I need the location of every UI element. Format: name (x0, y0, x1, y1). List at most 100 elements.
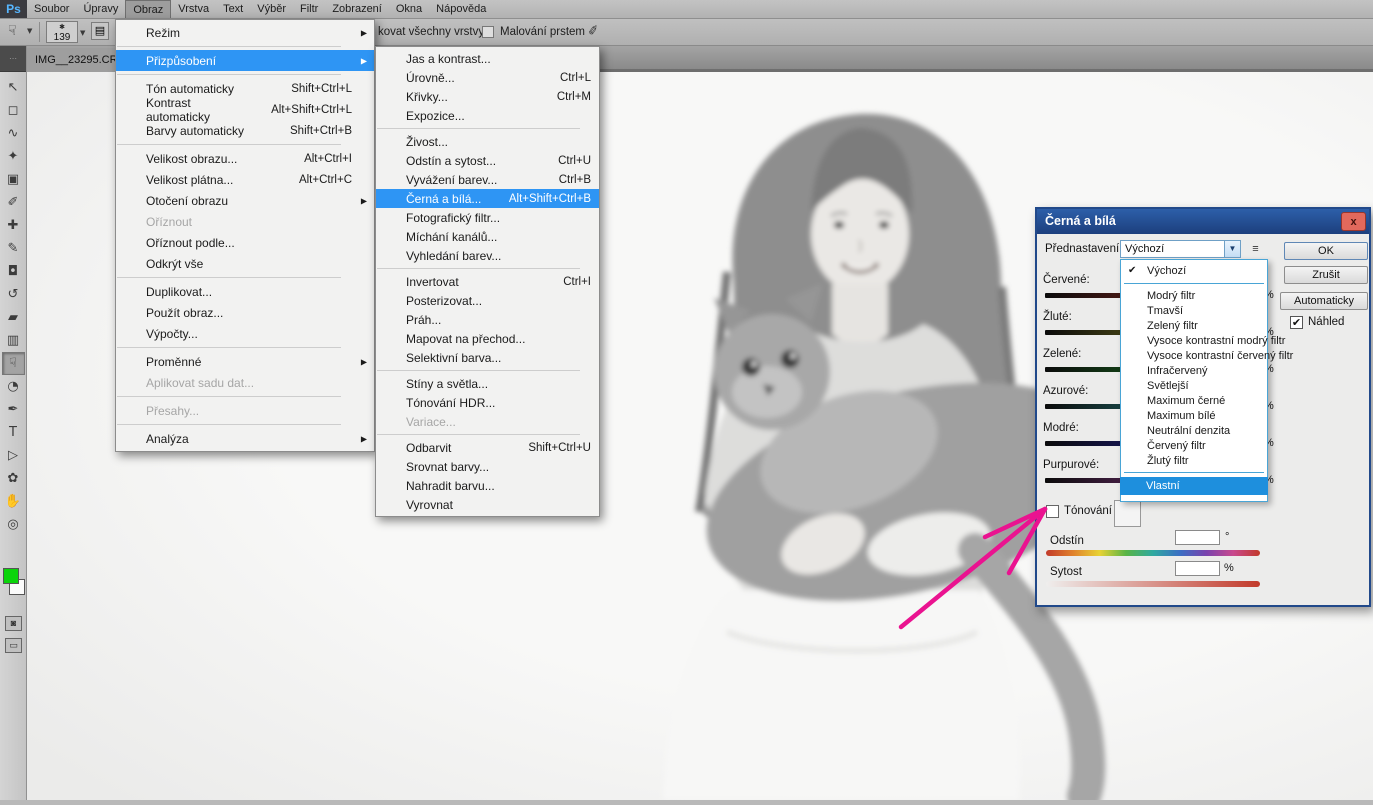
adjustments-menu-item[interactable] (376, 431, 599, 438)
menubar-item[interactable]: Filtr (293, 0, 325, 18)
smudge-tool[interactable]: ☟ (2, 352, 25, 375)
dodge-tool[interactable]: ◔ (2, 375, 25, 398)
image-menu-item[interactable]: Oříznout (116, 211, 374, 232)
crop-tool[interactable]: ▣ (2, 168, 25, 191)
quick-selection-tool[interactable]: ✦ (2, 145, 25, 168)
adjustments-menu-item[interactable]: Míchání kanálů... (376, 227, 599, 246)
image-menu-item[interactable] (116, 43, 374, 50)
quick-mask-button[interactable]: ◙ (5, 616, 22, 631)
adjustments-menu-item[interactable]: Živost... (376, 132, 599, 151)
toning-checkbox[interactable] (1046, 505, 1059, 518)
pen-tool[interactable]: ✒ (2, 398, 25, 421)
adjustments-menu-item[interactable]: Variace... (376, 412, 599, 431)
preset-option[interactable]: Žlutý filtr (1121, 453, 1267, 468)
screen-mode-button[interactable]: ▭ (5, 638, 22, 653)
custom-shape-tool[interactable]: ✿ (2, 467, 25, 490)
adjustments-menu-item[interactable]: Stíny a světla... (376, 374, 599, 393)
menubar-item[interactable]: Okna (389, 0, 429, 18)
brush-size-picker[interactable]: ✱ 139 (46, 21, 78, 43)
image-menu-item[interactable]: Velikost plátna... Alt+Ctrl+C (116, 169, 374, 190)
image-menu-item[interactable]: Odkrýt vše (116, 253, 374, 274)
adjustments-menu-item[interactable]: Expozice... (376, 106, 599, 125)
path-selection-tool[interactable]: ▷ (2, 444, 25, 467)
preset-option[interactable]: Tmavší (1121, 303, 1267, 318)
type-tool[interactable]: T (2, 421, 25, 444)
adjustments-menu-item[interactable]: Vyhledání barev... (376, 246, 599, 265)
clone-stamp-tool[interactable]: ◘ (2, 260, 25, 283)
ok-button[interactable]: OK (1284, 242, 1368, 260)
gradient-tool[interactable]: ▥ (2, 329, 25, 352)
adjustments-menu-item[interactable]: Vyvážení barev... Ctrl+B (376, 170, 599, 189)
menubar-item[interactable]: Vrstva (171, 0, 216, 18)
preset-option[interactable]: Světlejší (1121, 378, 1267, 393)
adjustments-menu-item[interactable]: Vyrovnat (376, 495, 599, 514)
adjustments-menu-item[interactable]: Selektivní barva... (376, 348, 599, 367)
image-menu-item[interactable]: Analýza (116, 428, 374, 449)
toning-color-swatch[interactable] (1114, 500, 1141, 527)
preset-option[interactable]: Vysoce kontrastní modrý filtr (1121, 333, 1267, 348)
image-menu-item[interactable]: Přizpůsobení (116, 50, 374, 71)
image-menu-item[interactable] (116, 141, 374, 148)
dialog-titlebar[interactable]: Černá a bílá (1037, 209, 1369, 234)
menubar-item[interactable]: Úpravy (76, 0, 125, 18)
zoom-tool[interactable]: ◎ (2, 513, 25, 536)
marquee-tool[interactable]: ◻ (2, 99, 25, 122)
image-menu-item[interactable]: Výpočty... (116, 323, 374, 344)
image-menu-item[interactable]: Proměnné (116, 351, 374, 372)
brush-tool[interactable]: ✎ (2, 237, 25, 260)
image-menu-item[interactable] (116, 274, 374, 281)
image-menu-item[interactable]: Aplikovat sadu dat... (116, 372, 374, 393)
menubar-item[interactable]: Nápověda (429, 0, 493, 18)
adjustments-menu-item[interactable]: Mapovat na přechod... (376, 329, 599, 348)
image-menu-item[interactable]: Velikost obrazu... Alt+Ctrl+I (116, 148, 374, 169)
preset-option[interactable]: Maximum černé (1121, 393, 1267, 408)
move-tool[interactable]: ↖ (2, 76, 25, 99)
image-menu-item[interactable]: Použít obraz... (116, 302, 374, 323)
image-menu-item[interactable]: Otočení obrazu (116, 190, 374, 211)
saturation-value-field[interactable] (1175, 561, 1220, 576)
adjustments-menu-item[interactable] (376, 125, 599, 132)
preset-option[interactable]: Vlastní (1120, 477, 1268, 495)
image-menu-item[interactable]: Přesahy... (116, 400, 374, 421)
history-brush-tool[interactable]: ↺ (2, 283, 25, 306)
eraser-tool[interactable]: ▰ (2, 306, 25, 329)
preset-option[interactable]: Infračervený (1121, 363, 1267, 378)
image-menu-item[interactable] (116, 344, 374, 351)
preset-option[interactable]: Vysoce kontrastní červený filtr (1121, 348, 1267, 363)
adjustments-menu-item[interactable]: Jas a kontrast... (376, 49, 599, 68)
adjustments-menu-item[interactable]: Černá a bílá... Alt+Shift+Ctrl+B (376, 189, 599, 208)
adjustments-menu-item[interactable]: Úrovně... Ctrl+L (376, 68, 599, 87)
chevron-down-icon[interactable]: ▼ (1224, 241, 1240, 257)
brush-size-caret-icon[interactable]: ▼ (80, 29, 85, 37)
hue-value-field[interactable] (1175, 530, 1220, 545)
preset-option[interactable] (1121, 468, 1267, 477)
foreground-color-swatch[interactable] (3, 568, 19, 584)
preset-option[interactable]: Zelený filtr (1121, 318, 1267, 333)
close-icon[interactable]: x (1341, 212, 1366, 231)
hue-gradient-slider[interactable] (1046, 550, 1260, 556)
preset-dropdown[interactable]: Výchozí ▼ (1120, 240, 1241, 258)
preset-option[interactable] (1121, 279, 1267, 288)
finger-painting-checkbox[interactable] (482, 26, 494, 38)
adjustments-menu-item[interactable]: Práh... (376, 310, 599, 329)
menubar-item[interactable]: Zobrazení (325, 0, 389, 18)
menubar-item[interactable]: Obraz (125, 0, 171, 18)
adjustments-menu-item[interactable]: Odbarvit Shift+Ctrl+U (376, 438, 599, 457)
image-menu-item[interactable] (116, 71, 374, 78)
saturation-gradient-slider[interactable] (1046, 581, 1260, 587)
adjustments-menu-item[interactable]: Fotografický filtr... (376, 208, 599, 227)
panel-grip[interactable]: ⋯ (0, 46, 26, 72)
menubar-item[interactable]: Výběr (250, 0, 293, 18)
smudge-tool-icon[interactable]: ☟ (8, 23, 17, 39)
preset-option[interactable]: Modrý filtr (1121, 288, 1267, 303)
adjustments-menu-item[interactable]: Odstín a sytost... Ctrl+U (376, 151, 599, 170)
adjustments-menu-item[interactable] (376, 265, 599, 272)
eyedropper-tool[interactable]: ✐ (2, 191, 25, 214)
image-menu-item[interactable] (116, 421, 374, 428)
adjustments-menu-item[interactable] (376, 367, 599, 374)
image-menu-item[interactable]: Barvy automaticky Shift+Ctrl+B (116, 120, 374, 141)
spot-healing-tool[interactable]: ✚ (2, 214, 25, 237)
image-menu-item[interactable]: Duplikovat... (116, 281, 374, 302)
preset-option[interactable]: Maximum bílé (1121, 408, 1267, 423)
image-menu-item[interactable] (116, 393, 374, 400)
